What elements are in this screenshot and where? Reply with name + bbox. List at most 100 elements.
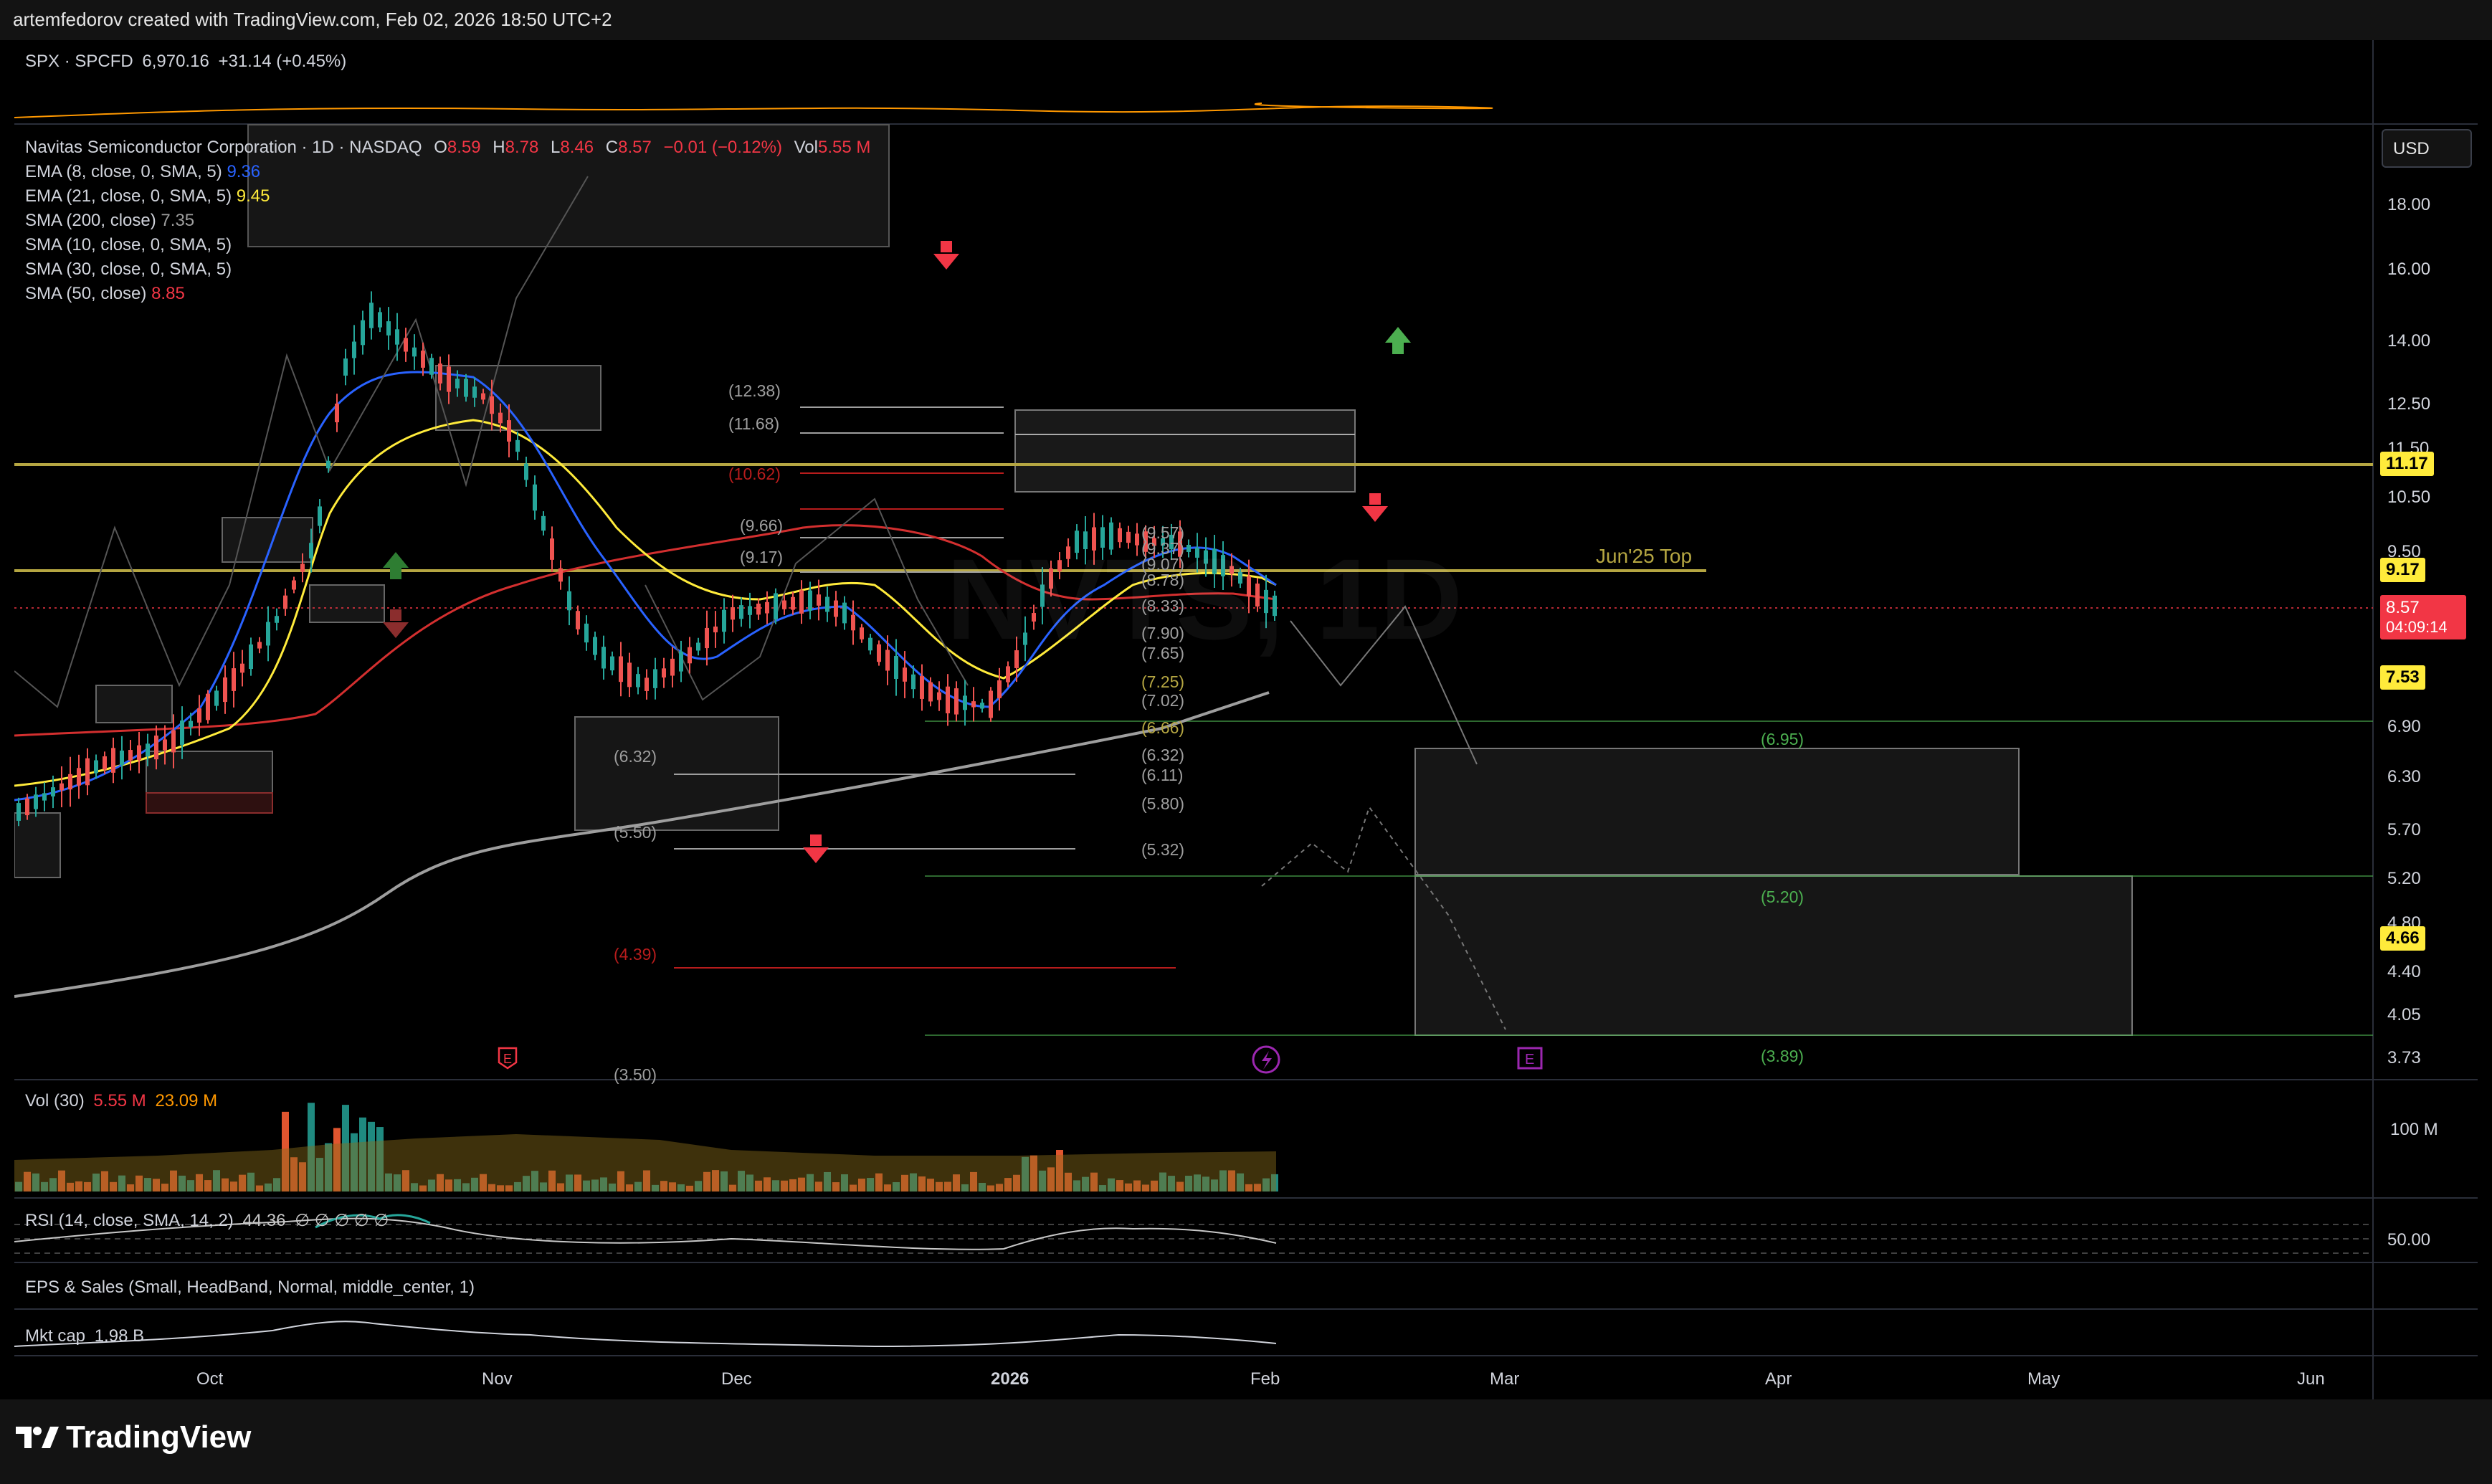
candle-body (77, 768, 81, 786)
price-tag-11-17[interactable]: 11.17 (2380, 452, 2434, 476)
fib-label: (7.65) (1141, 644, 1185, 662)
chart-canvas[interactable]: E E (14, 40, 2478, 1399)
resistance-box[interactable] (1014, 409, 1356, 493)
down-arrow-icon[interactable] (383, 609, 409, 638)
volume-ma-area (14, 1134, 1276, 1192)
candle-body (343, 358, 348, 376)
indicator-ema8[interactable]: EMA (8, close, 0, SMA, 5) 9.36 (25, 162, 260, 182)
jun-top-label[interactable]: Jun'25 Top (1596, 546, 1692, 566)
price-tag-9-17[interactable]: 9.17 (2380, 558, 2425, 582)
fib-label: (9.66) (740, 516, 784, 535)
up-arrow-icon[interactable] (383, 552, 409, 579)
projection-path (14, 176, 589, 708)
indicator-name: SMA (200, close) (25, 211, 156, 230)
indicator-name: EMA (21, close, 0, SMA, 5) (25, 186, 232, 206)
indicator-sma200[interactable]: SMA (200, close) 7.35 (25, 211, 194, 231)
chart-area[interactable]: E E NVTS, 1D SPX · SPCFD 6,970.16 +31.14… (14, 40, 2478, 1399)
price-tag-last[interactable]: 8.57 04:09:14 (2380, 595, 2466, 639)
symbol-legend[interactable]: Navitas Semiconductor Corporation · 1D ·… (25, 138, 870, 158)
earnings-future-label: E (1525, 1052, 1534, 1067)
indicator-value: 9.45 (236, 186, 270, 206)
candle-body (395, 329, 399, 345)
close-label: C (605, 138, 619, 157)
target-label: (6.95) (1761, 730, 1804, 748)
candle-body (885, 650, 890, 671)
candle-body (877, 644, 881, 662)
rsi-null-values: ∅ ∅ ∅ ∅ ∅ (295, 1211, 389, 1230)
candle-body (300, 563, 305, 572)
fib-label: (6.11) (1141, 766, 1184, 784)
indicator-sma30[interactable]: SMA (30, close, 0, SMA, 5) (25, 260, 232, 280)
candle-body (481, 393, 485, 400)
candle-body (971, 701, 976, 708)
zone-box[interactable] (14, 812, 61, 878)
candle-body (60, 783, 64, 791)
fib-label: (12.38) (728, 381, 781, 400)
indicator-sma10[interactable]: SMA (10, close, 0, SMA, 5) (25, 235, 232, 255)
candle-body (610, 656, 614, 671)
candle-body (713, 626, 718, 633)
mktcap-line (14, 1321, 1277, 1348)
candle-body (688, 647, 692, 664)
down-arrow-icon[interactable] (1362, 493, 1388, 522)
candle-body (386, 321, 391, 336)
price-tag-4-66[interactable]: 4.66 (2380, 926, 2425, 951)
spx-symbol: SPX · SPCFD (25, 52, 133, 71)
candle-body (524, 463, 528, 480)
price-axis-label: 5.70 (2387, 820, 2421, 839)
candle-body (868, 637, 872, 651)
volume-axis-label: 100 M (2390, 1120, 2438, 1139)
volume-legend[interactable]: Vol (30) 5.55 M 23.09 M (25, 1091, 217, 1111)
time-axis-label: May (2027, 1369, 2060, 1389)
candle-body (146, 743, 150, 757)
candle-body (601, 647, 606, 669)
candle-body (266, 622, 270, 646)
currency-button[interactable]: USD (2382, 129, 2472, 168)
candle-body (515, 439, 520, 452)
spx-legend[interactable]: SPX · SPCFD 6,970.16 +31.14 (+0.45%) (25, 52, 346, 72)
up-arrow-icon[interactable] (1385, 327, 1411, 354)
spx-price: 6,970.16 (142, 52, 209, 71)
indicator-ema21[interactable]: EMA (21, close, 0, SMA, 5) 9.45 (25, 186, 270, 206)
mktcap-legend[interactable]: Mkt cap 1.98 B (25, 1326, 144, 1346)
candle-body (722, 609, 726, 632)
candle-body (189, 720, 193, 728)
candle-body (903, 667, 907, 682)
candle-body (154, 736, 158, 760)
low-label: L (551, 138, 561, 157)
indicator-value: 8.85 (151, 284, 185, 303)
price-tag-7-53[interactable]: 7.53 (2380, 665, 2425, 690)
candle-body (774, 593, 778, 619)
candle-body (662, 668, 666, 678)
candle-body (756, 603, 761, 615)
candle-body (85, 758, 90, 786)
spx-change: +31.14 (+0.45%) (218, 52, 347, 71)
candle-body (920, 676, 924, 699)
down-arrow-icon[interactable] (933, 241, 959, 270)
rsi-legend[interactable]: RSI (14, close, SMA, 14, 2) 44.36 ∅ ∅ ∅ … (25, 1210, 389, 1231)
eps-legend[interactable]: EPS & Sales (Small, HeadBand, Normal, mi… (25, 1278, 475, 1298)
candle-body (180, 720, 184, 745)
attribution-text: artemfedorov created with TradingView.co… (13, 9, 612, 30)
candle-body (782, 600, 786, 609)
currency-label: USD (2393, 139, 2430, 158)
fib-label: (6.32) (1141, 746, 1185, 764)
indicator-value: 9.36 (227, 162, 261, 181)
candle-body (808, 590, 812, 611)
tradingview-logo[interactable]: TradingView (16, 1419, 251, 1455)
candle-body (490, 396, 494, 414)
candle-body (619, 656, 623, 682)
candle-body (636, 674, 640, 688)
down-arrow-icon[interactable] (803, 834, 829, 863)
fib-label: (7.90) (1141, 624, 1185, 642)
indicator-sma50[interactable]: SMA (50, close) 8.85 (25, 284, 185, 304)
candle-body (558, 568, 563, 582)
open-value: 8.59 (447, 138, 481, 157)
price-axis-label: 10.50 (2387, 487, 2431, 507)
zone-box-red[interactable] (146, 792, 273, 814)
candle-body (550, 538, 554, 560)
zone-box[interactable] (95, 685, 173, 723)
zone-box[interactable] (309, 584, 385, 623)
target-box-1[interactable] (1414, 748, 2020, 875)
close-value: 8.57 (618, 138, 652, 157)
